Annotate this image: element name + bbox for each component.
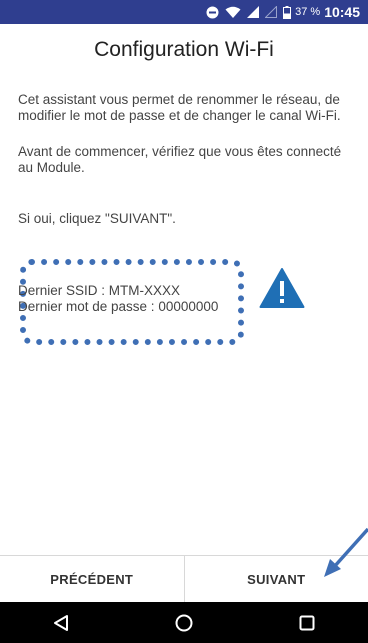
last-ssid-text: Dernier SSID : MTM-XXXX xyxy=(18,283,181,298)
signal-icon xyxy=(247,6,260,18)
clock: 10:45 xyxy=(324,4,360,20)
warning-icon xyxy=(259,267,305,309)
signal-empty-icon xyxy=(265,6,278,18)
recents-icon[interactable] xyxy=(277,602,337,643)
check-connection-paragraph: Avant de commencer, vérifiez que vous êt… xyxy=(18,144,342,175)
arrow-pointer-icon xyxy=(320,527,368,579)
battery-icon xyxy=(283,5,292,19)
intro-paragraph: Cet assistant vous permet de renommer le… xyxy=(18,92,341,123)
do-not-disturb-icon xyxy=(206,6,219,19)
instruction-paragraph: Si oui, cliquez "SUIVANT". xyxy=(18,211,176,226)
back-icon[interactable] xyxy=(31,602,91,643)
wifi-icon xyxy=(225,6,241,19)
battery-percent: 37 % xyxy=(295,6,321,18)
last-password-text: Dernier mot de passe : 00000000 xyxy=(18,299,219,314)
previous-button[interactable]: PRÉCÉDENT xyxy=(0,556,184,603)
bottom-button-bar: PRÉCÉDENT SUIVANT xyxy=(0,555,368,603)
page-title: Configuration Wi-Fi xyxy=(94,38,274,61)
navigation-bar xyxy=(0,602,368,643)
status-bar: 37 % 10:45 xyxy=(0,0,368,24)
home-icon[interactable] xyxy=(154,602,214,643)
